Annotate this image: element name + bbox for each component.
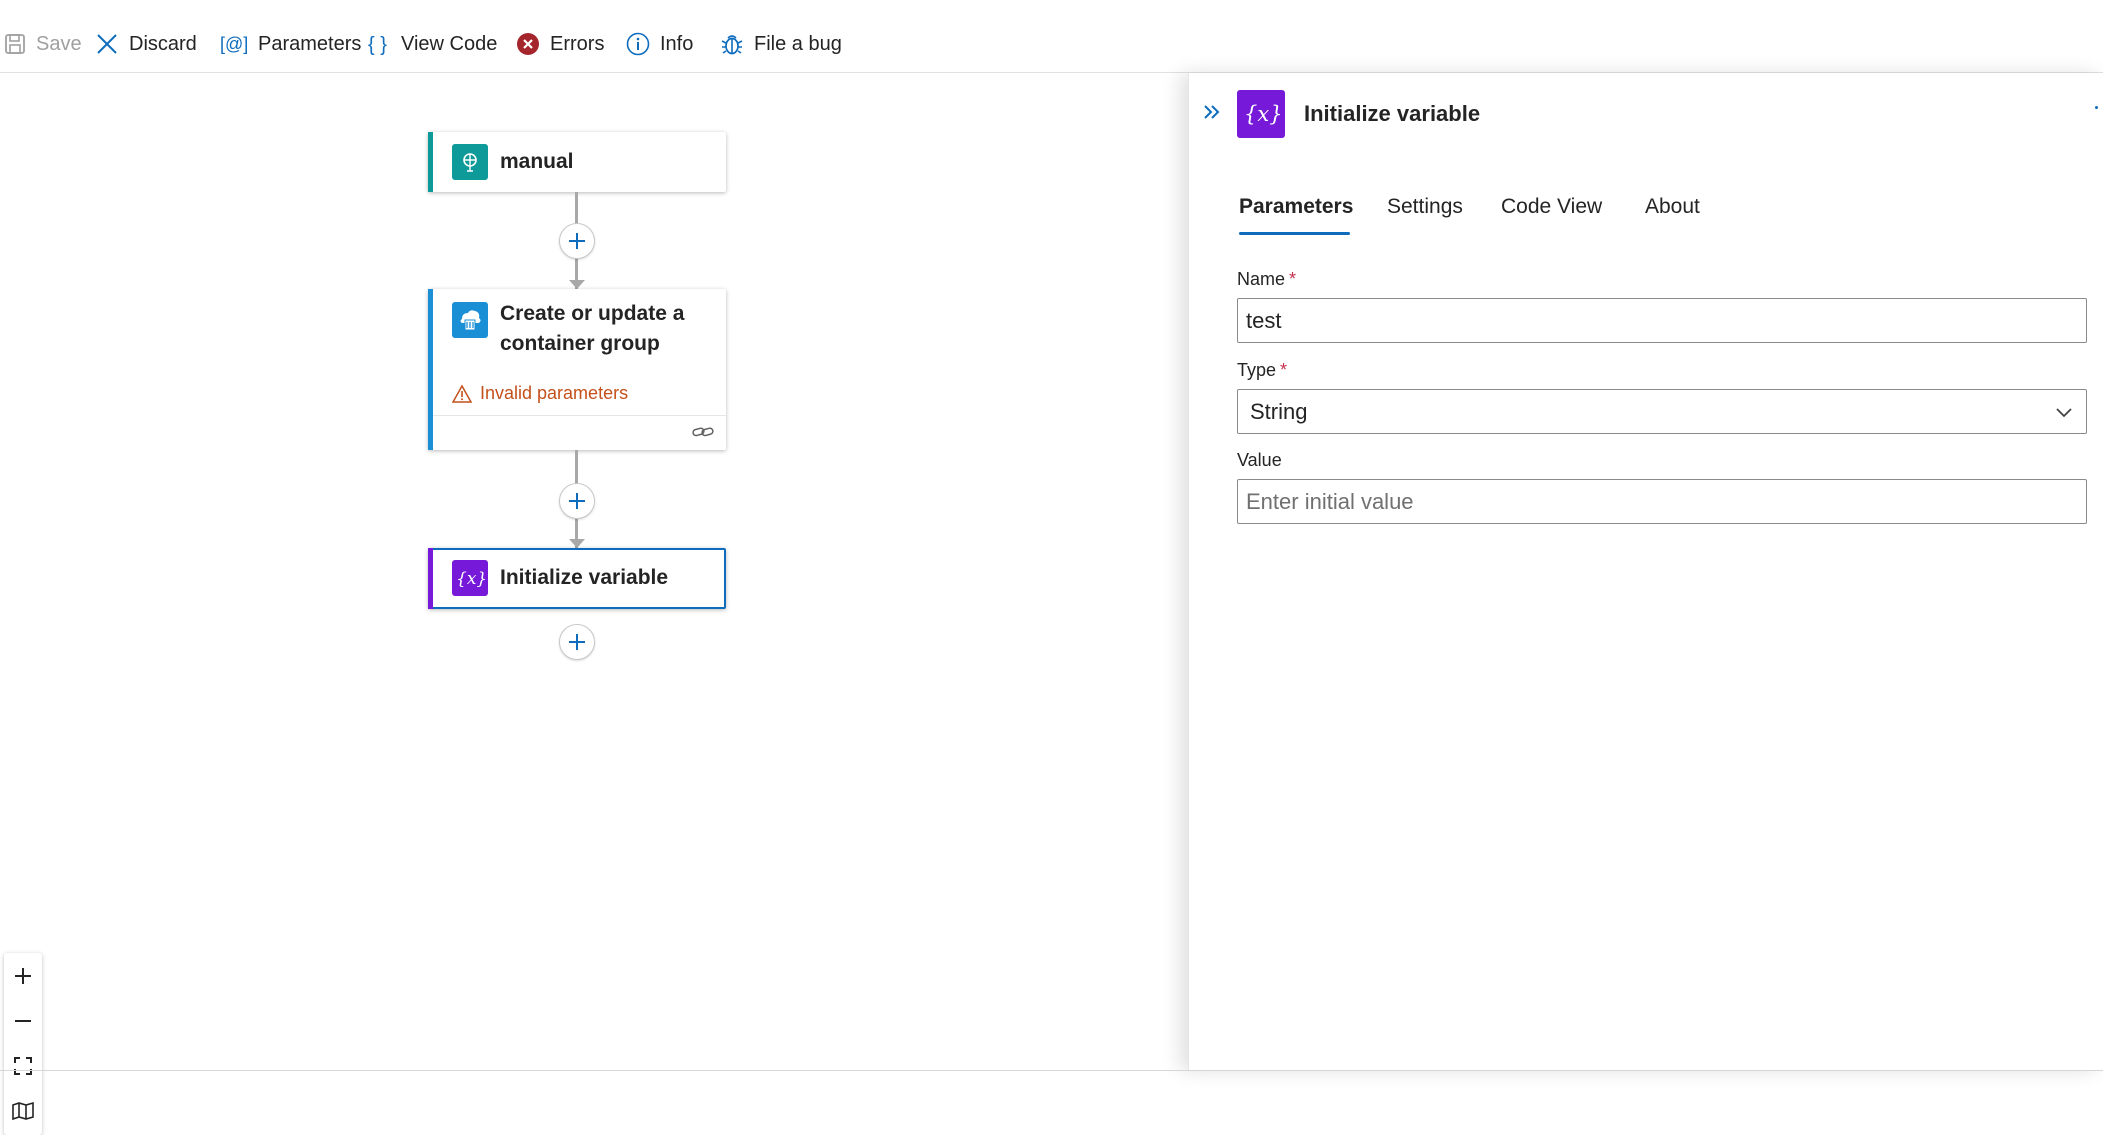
required-marker: * — [1280, 360, 1288, 380]
active-tab-indicator — [1239, 232, 1350, 235]
plus-icon — [569, 493, 585, 509]
plus-icon — [15, 967, 31, 984]
container-instances-icon — [452, 302, 488, 338]
view-code-label: View Code — [401, 32, 498, 55]
add-step-button[interactable] — [559, 624, 595, 660]
name-label-text: Name — [1237, 269, 1286, 289]
svg-text:{x}: {x} — [1244, 102, 1281, 126]
save-icon — [5, 34, 25, 54]
info-button[interactable]: Info — [626, 24, 693, 64]
svg-text:{ }: { } — [368, 34, 387, 56]
chevron-down-icon — [2056, 407, 2072, 417]
collapse-panel-button[interactable] — [1201, 101, 1223, 128]
discard-button[interactable]: Discard — [95, 24, 197, 64]
discard-label: Discard — [129, 32, 197, 55]
save-label: Save — [36, 32, 82, 55]
zoom-out-button[interactable] — [4, 998, 42, 1043]
bug-icon — [721, 35, 743, 55]
save-button[interactable]: Save — [4, 24, 82, 64]
required-marker: * — [1289, 269, 1297, 289]
more-options-indicator[interactable] — [2095, 106, 2098, 109]
connector-arrow — [569, 280, 585, 289]
tab-settings[interactable]: Settings — [1387, 195, 1463, 219]
errors-button[interactable]: Errors — [516, 24, 604, 64]
parameters-icon: [@] — [220, 34, 248, 54]
warning-text: Invalid parameters — [480, 383, 629, 403]
zoom-controls — [4, 953, 42, 1135]
minimap-button[interactable] — [4, 1088, 42, 1133]
details-panel: {x} Initialize variable Parameters Setti… — [1188, 73, 2103, 1071]
node-warning: Invalid parameters — [452, 383, 628, 404]
type-label-text: Type — [1237, 360, 1277, 380]
fit-view-button[interactable] — [4, 1043, 42, 1088]
error-icon — [517, 33, 539, 55]
http-request-icon — [452, 144, 488, 180]
braces-icon: { } — [368, 34, 387, 56]
node-accent — [428, 132, 433, 192]
plus-icon — [569, 634, 585, 650]
zoom-in-button[interactable] — [4, 953, 42, 998]
workflow-canvas[interactable]: manual Create or update a container grou… — [0, 73, 1188, 1135]
tab-about[interactable]: About — [1645, 195, 1700, 219]
file-bug-label: File a bug — [754, 32, 842, 55]
type-select[interactable]: String — [1237, 389, 2087, 434]
trigger-node-manual[interactable]: manual — [428, 132, 726, 192]
plus-icon — [569, 233, 585, 249]
action-node-container-group[interactable]: Create or update a container group Inval… — [428, 289, 726, 450]
warning-icon — [452, 383, 472, 403]
node-title: Initialize variable — [500, 566, 669, 589]
value-label: Value — [1237, 450, 1282, 470]
name-label: Name * — [1237, 269, 1296, 290]
variable-icon: {x} — [1237, 90, 1285, 138]
file-bug-button[interactable]: File a bug — [720, 24, 842, 64]
variable-icon: {x} — [452, 560, 488, 596]
view-code-button[interactable]: { } View Code — [367, 24, 497, 64]
parameters-label: Parameters — [258, 32, 362, 55]
panel-title: Initialize variable — [1304, 101, 1481, 126]
designer-toolbar: Save Discard [@] Parameters { } View Cod… — [0, 0, 2103, 73]
type-label: Type * — [1237, 360, 1287, 381]
fit-view-icon — [14, 1056, 32, 1075]
node-title: manual — [500, 150, 574, 173]
add-step-button[interactable] — [559, 483, 595, 519]
map-icon — [12, 1101, 34, 1120]
node-accent — [428, 289, 433, 450]
tab-parameters[interactable]: Parameters — [1239, 195, 1353, 219]
value-field[interactable] — [1237, 479, 2087, 524]
double-chevron-right-icon — [1204, 105, 1220, 119]
node-title-line2: container group — [500, 332, 660, 355]
node-divider — [433, 415, 726, 416]
minus-icon — [15, 1019, 31, 1022]
name-field[interactable] — [1237, 298, 2087, 343]
tab-code-view[interactable]: Code View — [1501, 195, 1602, 219]
close-icon — [97, 34, 117, 54]
type-selected-value: String — [1250, 398, 1308, 424]
info-label: Info — [660, 32, 694, 55]
link-icon[interactable] — [692, 423, 714, 446]
svg-text:{x}: {x} — [456, 569, 485, 589]
info-icon — [626, 32, 650, 56]
node-accent — [428, 548, 433, 609]
connector-arrow — [569, 539, 585, 548]
action-node-initialize-variable[interactable]: {x} Initialize variable — [428, 548, 726, 609]
node-title-line1: Create or update a — [500, 302, 685, 325]
svg-text:[@]: [@] — [220, 34, 248, 54]
errors-label: Errors — [550, 32, 605, 55]
add-step-button[interactable] — [559, 223, 595, 259]
parameters-button[interactable]: [@] Parameters — [220, 24, 361, 64]
